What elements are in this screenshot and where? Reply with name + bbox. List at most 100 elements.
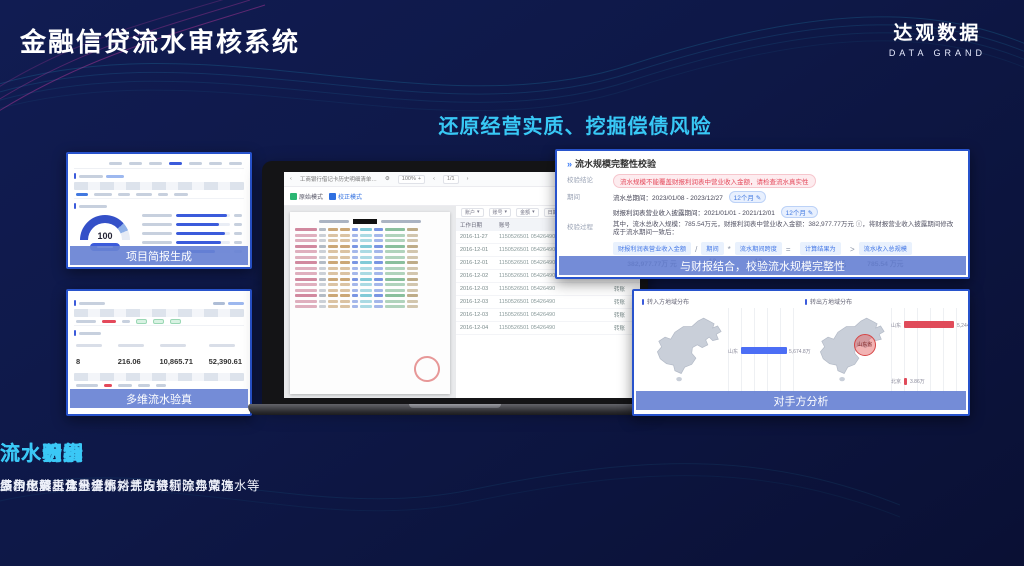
scale-check-panel: » 流水规模完整性校验 校验结论 流水规模不能覆盖财报利润表中营业收入金额，请检… xyxy=(555,149,970,279)
original-mode-button[interactable]: 原始模式 xyxy=(290,192,323,201)
chart-title: 转出方地域分布 xyxy=(805,297,960,306)
brand-logo-cn: 达观数据 xyxy=(889,18,986,45)
corrected-mode-button[interactable]: 校正模式 xyxy=(329,192,362,201)
tick-icon xyxy=(74,330,76,336)
conclusion-alert: 流水规模不能覆盖财报利润表中营业收入金额，请检查流水真实性 xyxy=(613,174,816,188)
table-row: 2016-12-031150526501 05426490转账 xyxy=(456,309,640,322)
document-title: 工商银行借记卡历史明细清单… xyxy=(300,175,377,183)
original-mode-icon xyxy=(290,193,297,200)
zoom-control[interactable]: 100%+ xyxy=(398,175,425,184)
doc-skeleton-row xyxy=(295,294,445,297)
bar xyxy=(904,321,954,328)
section-title xyxy=(74,300,244,306)
dropdown-icon: ▾ xyxy=(532,209,535,215)
stat-item: 8 xyxy=(76,344,102,369)
filter-number[interactable]: 账号▾ xyxy=(489,208,512,217)
filter-amount[interactable]: 金额▾ xyxy=(516,208,539,217)
doc-skeleton-row xyxy=(295,278,445,281)
period-tag[interactable]: 12个月 ✎ xyxy=(781,206,819,218)
red-stamp-icon xyxy=(412,354,443,385)
progress-row xyxy=(142,232,242,235)
doc-skeleton-row xyxy=(295,267,445,270)
tick-icon xyxy=(642,299,644,305)
table-row: 2016-12-031150526501 05426490转账 xyxy=(456,283,640,296)
stat-item: 10,865.71 xyxy=(160,344,193,369)
stat-item: 216.06 xyxy=(118,344,144,369)
region-marker: 山东省 xyxy=(854,334,876,356)
page-prev-icon[interactable]: ‹ xyxy=(433,176,435,182)
feature-detail: 流水明细 结构化展示全量流水，并支持剔除与筛选 xyxy=(0,437,234,494)
doc-skeleton-row xyxy=(295,234,445,237)
corrected-mode-icon xyxy=(329,193,336,200)
page-next-icon[interactable]: › xyxy=(467,176,469,182)
period-row: 期间 流水总期间：2023/01/08 - 2023/12/27 12个月 ✎ … xyxy=(567,191,958,218)
report-card: 100 项目简报生成 xyxy=(66,152,252,269)
gear-icon[interactable]: ⚙ xyxy=(385,176,390,182)
nav-tab[interactable] xyxy=(189,162,202,165)
doc-skeleton-row xyxy=(295,228,445,231)
mini-table-header xyxy=(74,373,244,381)
table-row: 2016-12-031150526501 05426490转账 xyxy=(456,296,640,309)
card-caption: 多维流水验真 xyxy=(70,389,248,408)
section-title xyxy=(74,203,244,209)
doc-skeleton-row xyxy=(295,256,445,259)
panel-title: » 流水规模完整性校验 xyxy=(567,157,958,170)
table-row: 2016-12-041150526501 05426490转账 xyxy=(456,322,640,335)
mini-table-header xyxy=(74,182,244,190)
doc-skeleton-row xyxy=(295,300,445,303)
nav-tab[interactable] xyxy=(129,162,142,165)
doc-skeleton-row xyxy=(295,283,445,286)
operator: * xyxy=(728,245,731,254)
nav-tab-active[interactable] xyxy=(169,162,182,165)
nav-tab[interactable] xyxy=(209,162,222,165)
tick-icon xyxy=(74,173,76,179)
doc-skeleton-row xyxy=(295,239,445,242)
nav-tab[interactable] xyxy=(149,162,162,165)
sheet-header xyxy=(295,219,445,224)
zoom-in-icon: + xyxy=(418,176,421,182)
doc-skeleton-row xyxy=(295,245,445,248)
dropdown-icon: ▾ xyxy=(477,209,480,215)
pass-badge xyxy=(136,319,147,324)
china-map: 山东省 xyxy=(805,308,889,394)
mini-table-row xyxy=(74,190,244,199)
gauge-arc: 100 xyxy=(80,215,130,240)
section-arrow-icon: » xyxy=(567,159,572,169)
china-map xyxy=(642,308,726,394)
stat-item: 52,390.61 xyxy=(209,344,242,369)
doc-skeleton-row xyxy=(295,261,445,264)
bar xyxy=(741,347,787,354)
period-line-1: 流水总期间：2023/01/08 - 2023/12/27 12个月 ✎ xyxy=(613,191,818,203)
slide: 金融信贷流水审核系统 达观数据 DATA GRAND 还原经营实质、挖掘偿债风险 xyxy=(0,0,1024,566)
brand-logo-en: DATA GRAND xyxy=(889,48,986,58)
section-title xyxy=(74,173,244,179)
back-icon[interactable]: ‹ xyxy=(290,176,292,182)
pass-badge xyxy=(153,319,164,324)
progress-row xyxy=(142,223,242,226)
doc-skeleton-row xyxy=(295,272,445,275)
nav-tab[interactable] xyxy=(109,162,122,165)
doc-skeleton-row xyxy=(295,305,445,308)
pass-badge xyxy=(170,319,181,324)
scanned-sheet-rows xyxy=(295,228,445,308)
counterparty-panel: 转入方地域分布 山东 5,674.8万 转出方地域分布 xyxy=(632,289,970,416)
doc-skeleton-row xyxy=(295,250,445,253)
period-tag[interactable]: 12个月 ✎ xyxy=(729,191,767,203)
panel-caption: 与财报结合，校验流水规模完整性 xyxy=(559,256,966,275)
conclusion-row: 校验结论 流水规模不能覆盖财报利润表中营业收入金额，请检查流水真实性 xyxy=(567,174,958,188)
tagline: 还原经营实质、挖掘偿债风险 xyxy=(380,110,770,139)
verify-card: 8 216.06 10,865.71 52,390.61 多维流水验真 xyxy=(66,289,252,416)
scanned-doc-pane xyxy=(284,206,456,398)
filter-account[interactable]: 账户▾ xyxy=(461,208,484,217)
page-title: 金融信贷流水审核系统 xyxy=(20,22,300,59)
page-indicator: 1/1 xyxy=(443,175,459,184)
mini-nav-tabs xyxy=(74,158,244,169)
progress-row xyxy=(142,241,242,244)
tick-icon xyxy=(74,203,76,209)
edit-icon: ✎ xyxy=(808,210,813,217)
tick-icon xyxy=(805,299,807,305)
process-text: 其中，流水总收入规模：785.54万元，财报利润表中营业收入金额：382,977… xyxy=(613,221,958,238)
nav-tab[interactable] xyxy=(229,162,242,165)
process-row: 校验过程 其中，流水总收入规模：785.54万元，财报利润表中营业收入金额：38… xyxy=(567,221,958,238)
doc-skeleton-row xyxy=(295,289,445,292)
